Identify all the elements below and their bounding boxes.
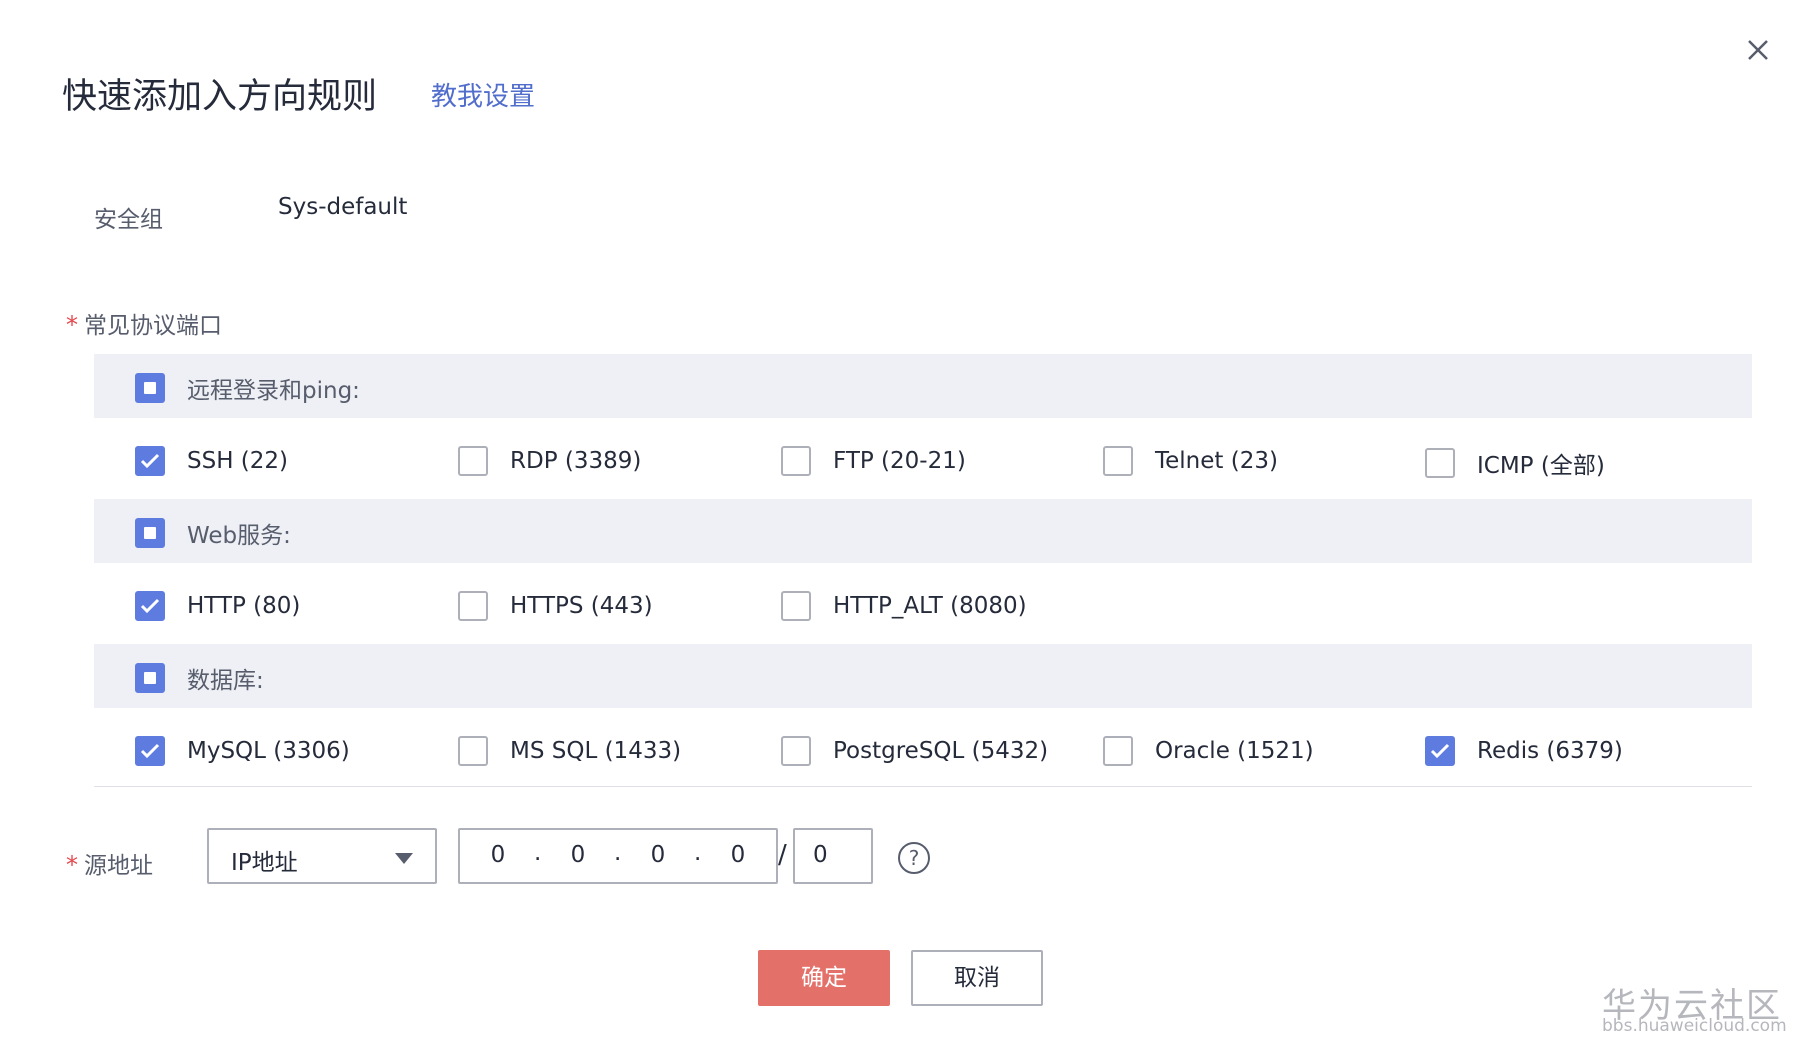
help-link[interactable]: 教我设置 <box>431 76 535 113</box>
checkbox-box <box>1425 448 1455 478</box>
close-button[interactable] <box>1738 30 1778 70</box>
checkbox-box <box>458 446 488 476</box>
checkbox-label: MS SQL (1433) <box>510 738 682 764</box>
required-mark: * <box>66 311 78 339</box>
checkbox-label: HTTP (80) <box>187 593 301 619</box>
checkbox-box <box>1103 446 1133 476</box>
checkbox-box <box>781 591 811 621</box>
group-checkbox-box <box>135 373 165 403</box>
checkbox-mssql[interactable]: MS SQL (1433) <box>458 736 681 766</box>
checkbox-box <box>781 446 811 476</box>
checkbox-label: RDP (3389) <box>510 448 642 474</box>
checkbox-label: SSH (22) <box>187 448 289 474</box>
group-checkbox-web[interactable]: Web服务: <box>135 516 291 550</box>
checkbox-box <box>1425 736 1455 766</box>
checkbox-label: HTTPS (443) <box>510 593 653 619</box>
mask-input[interactable] <box>813 842 863 868</box>
source-label-text: 源地址 <box>84 853 153 879</box>
checkbox-oracle[interactable]: Oracle (1521) <box>1103 736 1314 766</box>
caret-down-icon <box>395 853 413 864</box>
source-label: * 源地址 <box>66 846 153 880</box>
ports-label: * 常见协议端口 <box>66 306 222 340</box>
checkbox-box <box>458 736 488 766</box>
source-type-select[interactable]: IP地址 <box>207 828 437 884</box>
checkbox-ftp[interactable]: FTP (20-21) <box>781 446 966 476</box>
checkbox-box <box>135 446 165 476</box>
close-icon <box>1748 40 1768 60</box>
mask-field <box>793 828 873 884</box>
required-mark: * <box>66 851 78 879</box>
ip-dot: . <box>694 840 702 866</box>
ip-segment-1[interactable] <box>478 842 518 868</box>
group-checkbox-database[interactable]: 数据库: <box>135 661 264 695</box>
checkbox-box <box>1103 736 1133 766</box>
group-label: 远程登录和ping: <box>187 378 360 404</box>
checkbox-http[interactable]: HTTP (80) <box>135 591 300 621</box>
group-checkbox-remote[interactable]: 远程登录和ping: <box>135 371 360 405</box>
watermark-url: bbs.huaweicloud.com <box>1602 1016 1787 1036</box>
checkbox-label: MySQL (3306) <box>187 738 350 764</box>
checkbox-icmp[interactable]: ICMP (全部) <box>1425 446 1605 480</box>
checkbox-label: HTTP_ALT (8080) <box>833 593 1027 619</box>
checkbox-label: FTP (20-21) <box>833 448 966 474</box>
ip-address-input: . . . <box>458 828 778 884</box>
confirm-button[interactable]: 确定 <box>758 950 890 1006</box>
ip-segment-3[interactable] <box>638 842 678 868</box>
checkbox-label: Telnet (23) <box>1155 448 1278 474</box>
checkbox-label: Redis (6379) <box>1477 738 1623 764</box>
security-group-value: Sys-default <box>278 194 408 220</box>
checkbox-http-alt[interactable]: HTTP_ALT (8080) <box>781 591 1027 621</box>
ip-segment-2[interactable] <box>558 842 598 868</box>
checkbox-redis[interactable]: Redis (6379) <box>1425 736 1623 766</box>
ip-dot: . <box>614 840 622 866</box>
checkbox-https[interactable]: HTTPS (443) <box>458 591 653 621</box>
checkbox-ssh[interactable]: SSH (22) <box>135 446 288 476</box>
ip-dot: . <box>534 840 542 866</box>
checkbox-box <box>135 736 165 766</box>
dialog-title: 快速添加入方向规则 <box>62 77 378 117</box>
section-divider <box>94 786 1752 787</box>
checkbox-postgresql[interactable]: PostgreSQL (5432) <box>781 736 1048 766</box>
group-band-web <box>94 499 1752 563</box>
source-type-value: IP地址 <box>231 850 298 876</box>
ports-label-text: 常见协议端口 <box>84 313 222 339</box>
checkbox-rdp[interactable]: RDP (3389) <box>458 446 641 476</box>
checkbox-label: ICMP (全部) <box>1477 453 1605 479</box>
checkbox-mysql[interactable]: MySQL (3306) <box>135 736 350 766</box>
checkbox-telnet[interactable]: Telnet (23) <box>1103 446 1278 476</box>
mask-separator: / <box>778 840 787 870</box>
group-band-database <box>94 644 1752 708</box>
question-circle-icon[interactable]: ? <box>898 842 930 874</box>
checkbox-label: PostgreSQL (5432) <box>833 738 1049 764</box>
group-checkbox-box <box>135 518 165 548</box>
group-label: 数据库: <box>187 668 264 694</box>
cancel-button[interactable]: 取消 <box>911 950 1043 1006</box>
checkbox-label: Oracle (1521) <box>1155 738 1314 764</box>
checkbox-box <box>135 591 165 621</box>
checkbox-box <box>781 736 811 766</box>
ip-segment-4[interactable] <box>718 842 758 868</box>
group-checkbox-box <box>135 663 165 693</box>
security-group-label: 安全组 <box>94 207 163 233</box>
checkbox-box <box>458 591 488 621</box>
group-label: Web服务: <box>187 523 291 549</box>
